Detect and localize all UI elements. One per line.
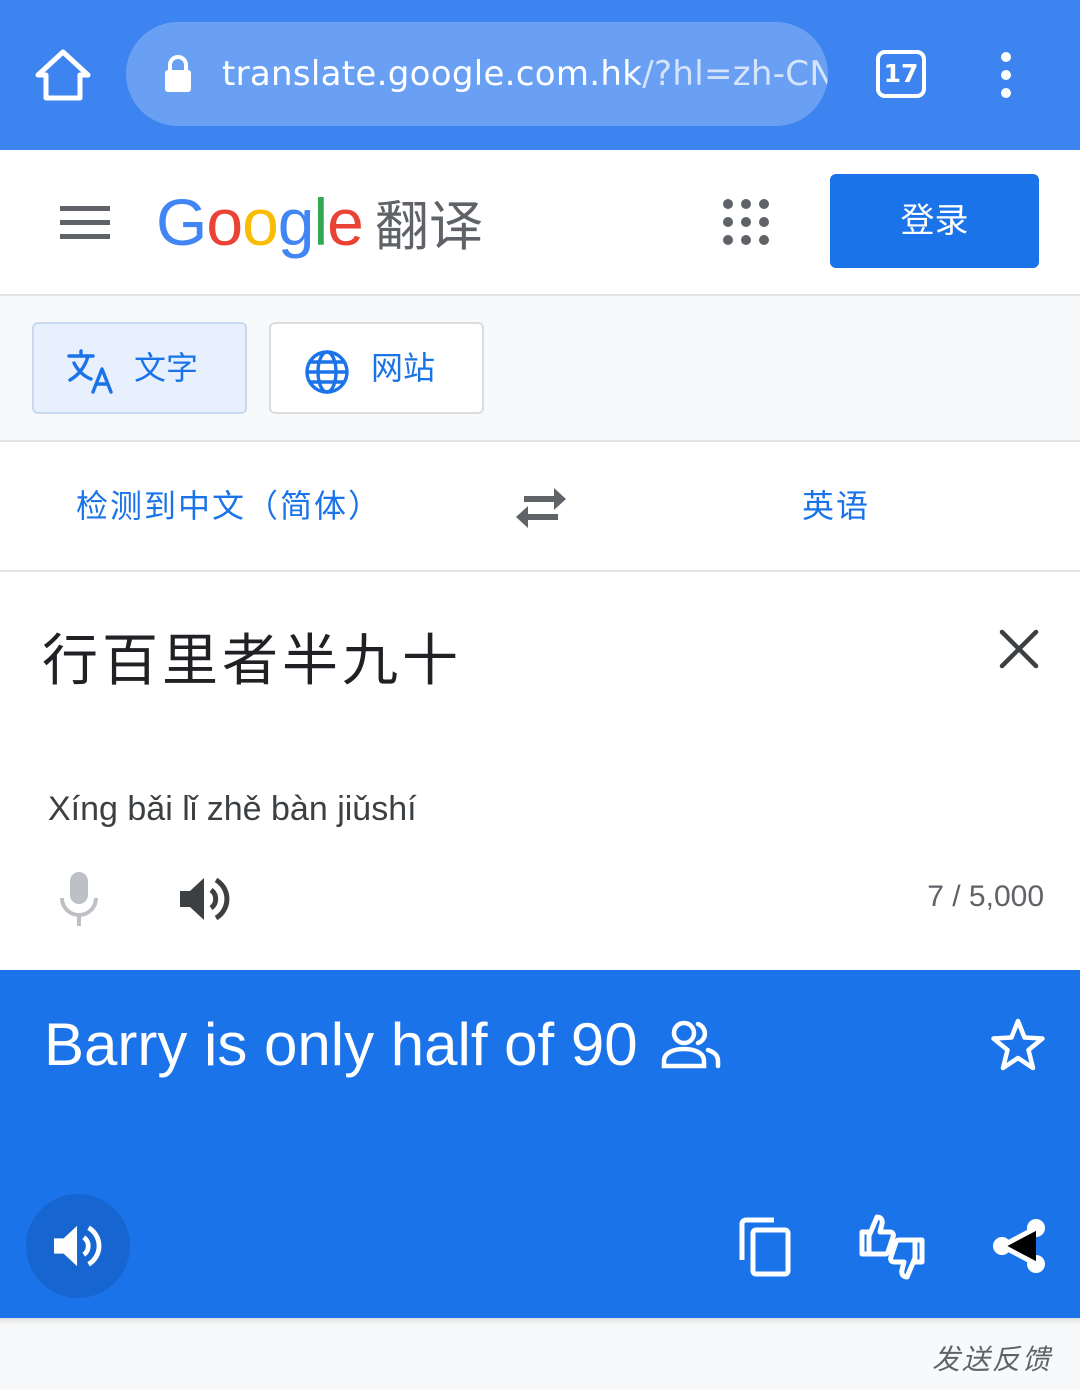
translation-result: Barry is only half of 90: [44, 1011, 638, 1078]
logo-letter: G: [156, 185, 207, 259]
copy-icon[interactable]: [738, 1216, 792, 1278]
app-header: Google 翻译 登录: [0, 150, 1080, 296]
tab-website[interactable]: 网站: [269, 322, 484, 414]
mode-tabs: 文字 网站: [0, 296, 1080, 442]
logo-letter: g: [277, 185, 315, 259]
speaker-icon[interactable]: [178, 874, 232, 924]
rate-translation-icon[interactable]: [858, 1214, 926, 1280]
logo-letter: o: [206, 185, 243, 259]
logo-letter: o: [242, 185, 279, 259]
close-icon[interactable]: [998, 628, 1040, 670]
language-selector-bar: 检测到中文（简体） 英语: [0, 442, 1080, 572]
speaker-icon: [54, 1225, 102, 1267]
browser-toolbar: translate.google.com.hk/?hl=zh-CN& 17: [0, 0, 1080, 150]
target-language-selector[interactable]: 英语: [802, 442, 870, 570]
tab-text[interactable]: 文字: [32, 322, 247, 414]
source-panel: 行百里者半九十 Xíng bǎi lǐ zhě bàn jiǔshí 7 / 5…: [0, 572, 1080, 970]
footer: 发送反馈: [0, 1318, 1080, 1390]
listen-translation-button[interactable]: [26, 1194, 130, 1298]
star-icon[interactable]: [990, 1018, 1046, 1072]
source-language-selector[interactable]: 检测到中文（简体）: [76, 442, 382, 570]
translation-panel: Barry is only half of 90: [0, 970, 1080, 1318]
share-icon[interactable]: [992, 1218, 1046, 1274]
tab-text-label: 文字: [134, 349, 199, 387]
swap-languages-icon[interactable]: [514, 486, 568, 530]
google-translate-logo[interactable]: Google 翻译: [156, 182, 483, 262]
url-domain: translate.google.com.hk: [222, 54, 643, 94]
source-text-input[interactable]: 行百里者半九十: [42, 616, 462, 697]
character-count: 7 / 5,000: [927, 880, 1044, 913]
address-bar[interactable]: translate.google.com.hk/?hl=zh-CN&: [126, 22, 828, 126]
lock-icon: [165, 55, 191, 92]
send-feedback-link[interactable]: 发送反馈: [932, 1338, 1052, 1378]
home-icon[interactable]: [34, 48, 92, 102]
url-text: translate.google.com.hk/?hl=zh-CN&: [222, 22, 828, 126]
logo-google-wordmark: Google: [156, 185, 364, 259]
logo-letter: e: [327, 185, 364, 259]
logo-letter: l: [313, 185, 329, 259]
globe-icon: [305, 350, 349, 394]
romanization-text: Xíng bǎi lǐ zhě bàn jiǔshí: [48, 790, 417, 828]
microphone-icon[interactable]: [58, 872, 100, 926]
url-path: /?hl=zh-CN&: [642, 54, 828, 94]
hamburger-icon[interactable]: [60, 204, 110, 240]
login-button[interactable]: 登录: [830, 174, 1039, 268]
tab-switcher-button[interactable]: 17: [876, 50, 926, 98]
kebab-menu-icon[interactable]: [994, 52, 1018, 98]
community-verified-icon[interactable]: [660, 1020, 722, 1070]
logo-product-name: 翻译: [374, 195, 483, 258]
translate-icon: [67, 349, 113, 394]
apps-grid-icon[interactable]: [722, 198, 770, 246]
tab-website-label: 网站: [371, 349, 436, 387]
